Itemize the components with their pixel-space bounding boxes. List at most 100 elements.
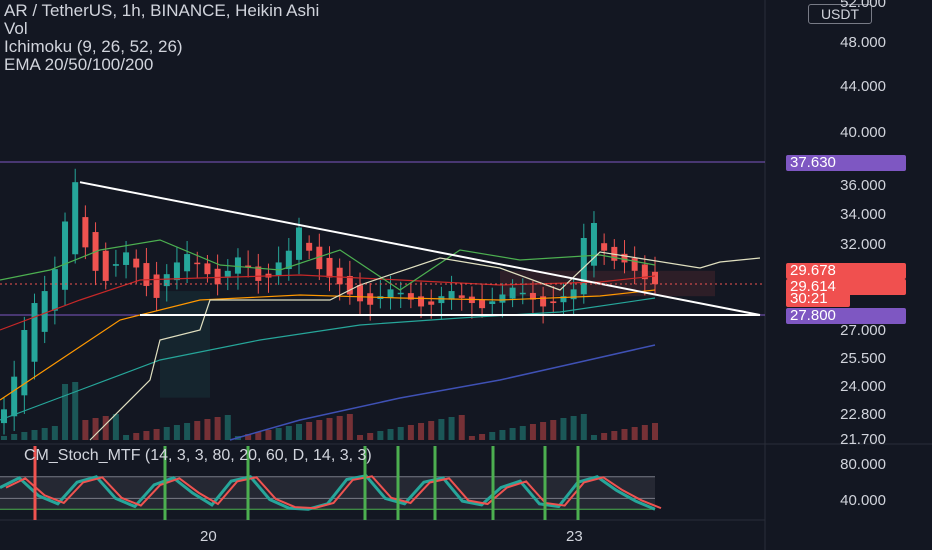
candle-body bbox=[41, 291, 48, 332]
volume-bar bbox=[621, 429, 628, 440]
volume-bar bbox=[316, 420, 323, 440]
volume-bar bbox=[540, 422, 547, 440]
volume-bar bbox=[601, 433, 608, 440]
volume-bar bbox=[652, 423, 658, 440]
volume-bar bbox=[641, 425, 648, 440]
volume-bar bbox=[214, 417, 221, 440]
volume-bar bbox=[357, 435, 364, 440]
candle-body bbox=[336, 267, 343, 285]
volume-bar bbox=[489, 432, 496, 440]
price-badge-cloud: 29.678 bbox=[786, 263, 906, 279]
ema-line bbox=[0, 297, 656, 421]
volume-bar bbox=[1, 436, 7, 440]
candle-body bbox=[51, 269, 58, 311]
stoch-tick: 80.000 bbox=[840, 456, 886, 473]
candle-body bbox=[31, 303, 38, 362]
candle-body bbox=[143, 263, 150, 286]
price-tick: 32.000 bbox=[840, 236, 886, 253]
volume-bar bbox=[367, 433, 374, 440]
stoch-legend[interactable]: CM_Stoch_MTF (14, 3, 3, 80, 20, 60, D, 1… bbox=[24, 447, 372, 465]
time-tick: 23 bbox=[566, 528, 583, 545]
volume-bar bbox=[428, 421, 435, 440]
volume-bar bbox=[123, 435, 130, 440]
symbol-title[interactable]: AR / TetherUS, 1h, BINANCE, Heikin Ashi bbox=[4, 2, 319, 20]
candle-body bbox=[224, 270, 231, 277]
volume-bar bbox=[631, 427, 638, 440]
candle-body bbox=[479, 299, 486, 309]
bar-countdown: 30:21 bbox=[786, 291, 850, 307]
candle-body bbox=[1, 409, 7, 424]
price-tick: 36.000 bbox=[840, 177, 886, 194]
candle-body bbox=[82, 217, 89, 248]
volume-bar bbox=[346, 414, 353, 440]
chart-legend: AR / TetherUS, 1h, BINANCE, Heikin Ashi … bbox=[4, 2, 319, 74]
price-tick: 48.000 bbox=[840, 34, 886, 51]
stoch-tick: 40.000 bbox=[840, 492, 886, 509]
candle-body bbox=[133, 258, 140, 268]
volume-bar bbox=[519, 426, 526, 440]
volume-bar bbox=[306, 422, 313, 440]
candle-body bbox=[204, 263, 211, 275]
volume-bar bbox=[11, 434, 18, 440]
volume-bar bbox=[51, 426, 58, 440]
price-tick: 52.000 bbox=[840, 0, 886, 11]
candle-body bbox=[102, 250, 109, 281]
price-tick: 25.500 bbox=[840, 350, 886, 367]
candle-body bbox=[499, 294, 506, 303]
candle-body bbox=[153, 274, 160, 298]
volume-bar bbox=[611, 431, 618, 440]
candle-body bbox=[428, 301, 435, 305]
volume-bar bbox=[458, 415, 465, 440]
volume-bar bbox=[102, 416, 109, 440]
volume-bar bbox=[550, 420, 557, 440]
volume-bar bbox=[499, 430, 506, 440]
candle-body bbox=[214, 268, 221, 285]
candle-body bbox=[173, 262, 180, 281]
candle-body bbox=[11, 376, 18, 417]
volume-bar bbox=[285, 426, 292, 440]
candle-body bbox=[123, 252, 130, 265]
volume-bar bbox=[194, 421, 201, 440]
volume-bar bbox=[153, 429, 160, 440]
candle-body bbox=[601, 243, 608, 251]
volume-bar bbox=[387, 429, 394, 440]
candle-body bbox=[306, 242, 313, 251]
volume-bar bbox=[397, 427, 404, 440]
indicator-vol[interactable]: Vol bbox=[4, 20, 319, 38]
volume-bar bbox=[31, 430, 38, 440]
volume-bar bbox=[377, 431, 384, 440]
volume-bar bbox=[204, 419, 211, 440]
candle-body bbox=[194, 262, 201, 265]
volume-bar bbox=[133, 433, 140, 440]
price-tick: 34.000 bbox=[840, 206, 886, 223]
indicator-ema[interactable]: EMA 20/50/100/200 bbox=[4, 56, 319, 74]
candle-body bbox=[112, 264, 119, 266]
candle-body bbox=[357, 285, 364, 302]
candle-body bbox=[367, 293, 374, 305]
volume-bar bbox=[21, 432, 28, 440]
volume-bar bbox=[275, 428, 282, 440]
candle-body bbox=[509, 287, 516, 299]
volume-bar bbox=[82, 420, 89, 440]
ema-line bbox=[0, 274, 656, 331]
volume-bar bbox=[62, 384, 69, 440]
price-tick: 22.800 bbox=[840, 406, 886, 423]
volume-bar bbox=[418, 423, 425, 440]
candle-body bbox=[326, 257, 333, 278]
candle-body bbox=[458, 295, 465, 298]
price-badge-level-high: 37.630 bbox=[786, 155, 906, 171]
price-badge-level-low: 27.800 bbox=[786, 308, 906, 324]
candle-body bbox=[489, 301, 496, 305]
price-tick: 40.000 bbox=[840, 124, 886, 141]
candle-body bbox=[234, 257, 241, 274]
volume-bar bbox=[143, 431, 150, 440]
volume-bar bbox=[336, 416, 343, 440]
volume-bar bbox=[529, 424, 536, 440]
volume-bar bbox=[112, 414, 119, 440]
indicator-ichimoku[interactable]: Ichimoku (9, 26, 52, 26) bbox=[4, 38, 319, 56]
volume-bar bbox=[265, 430, 272, 440]
price-tick: 24.000 bbox=[840, 378, 886, 395]
ichimoku-cloud bbox=[160, 291, 210, 398]
volume-bar bbox=[590, 435, 597, 440]
candle-body bbox=[438, 296, 445, 304]
